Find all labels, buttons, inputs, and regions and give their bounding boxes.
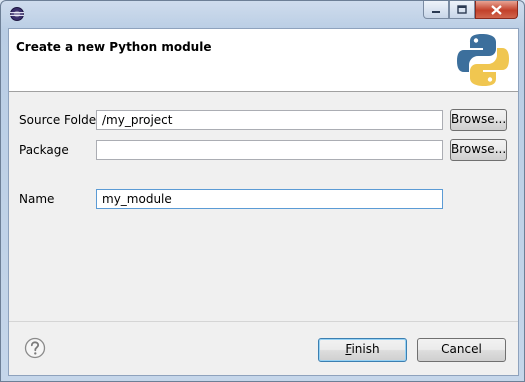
source-folder-browse-button[interactable]: Browse...: [450, 109, 507, 131]
name-label: Name: [19, 192, 55, 206]
title-bar[interactable]: [1, 1, 524, 29]
cancel-button[interactable]: Cancel: [417, 338, 506, 362]
finish-button[interactable]: Finish: [318, 338, 407, 362]
dialog-content: Create a new Python module Source Folder…: [8, 28, 519, 376]
close-icon: [491, 4, 502, 15]
minimize-icon: [432, 10, 440, 13]
maximize-button[interactable]: [449, 1, 475, 19]
help-icon[interactable]: [24, 337, 46, 359]
finish-label: inish: [351, 342, 380, 356]
minimize-button[interactable]: [423, 1, 449, 19]
footer-separator: [9, 321, 518, 322]
package-label: Package: [19, 143, 69, 157]
wizard-banner: Create a new Python module: [9, 29, 518, 92]
python-logo-icon: [457, 34, 509, 86]
name-input[interactable]: my_module: [96, 189, 443, 209]
window-controls: [423, 1, 518, 21]
maximize-icon: [457, 5, 467, 14]
source-folder-input[interactable]: /my_project: [96, 110, 443, 130]
eclipse-app-icon: [10, 7, 24, 21]
package-browse-button[interactable]: Browse...: [450, 139, 507, 161]
package-input[interactable]: [96, 140, 443, 160]
source-folder-label: Source Folder: [19, 113, 102, 127]
dialog-window: Create a new Python module Source Folder…: [0, 0, 525, 382]
close-button[interactable]: [475, 1, 518, 19]
wizard-title: Create a new Python module: [16, 40, 212, 54]
